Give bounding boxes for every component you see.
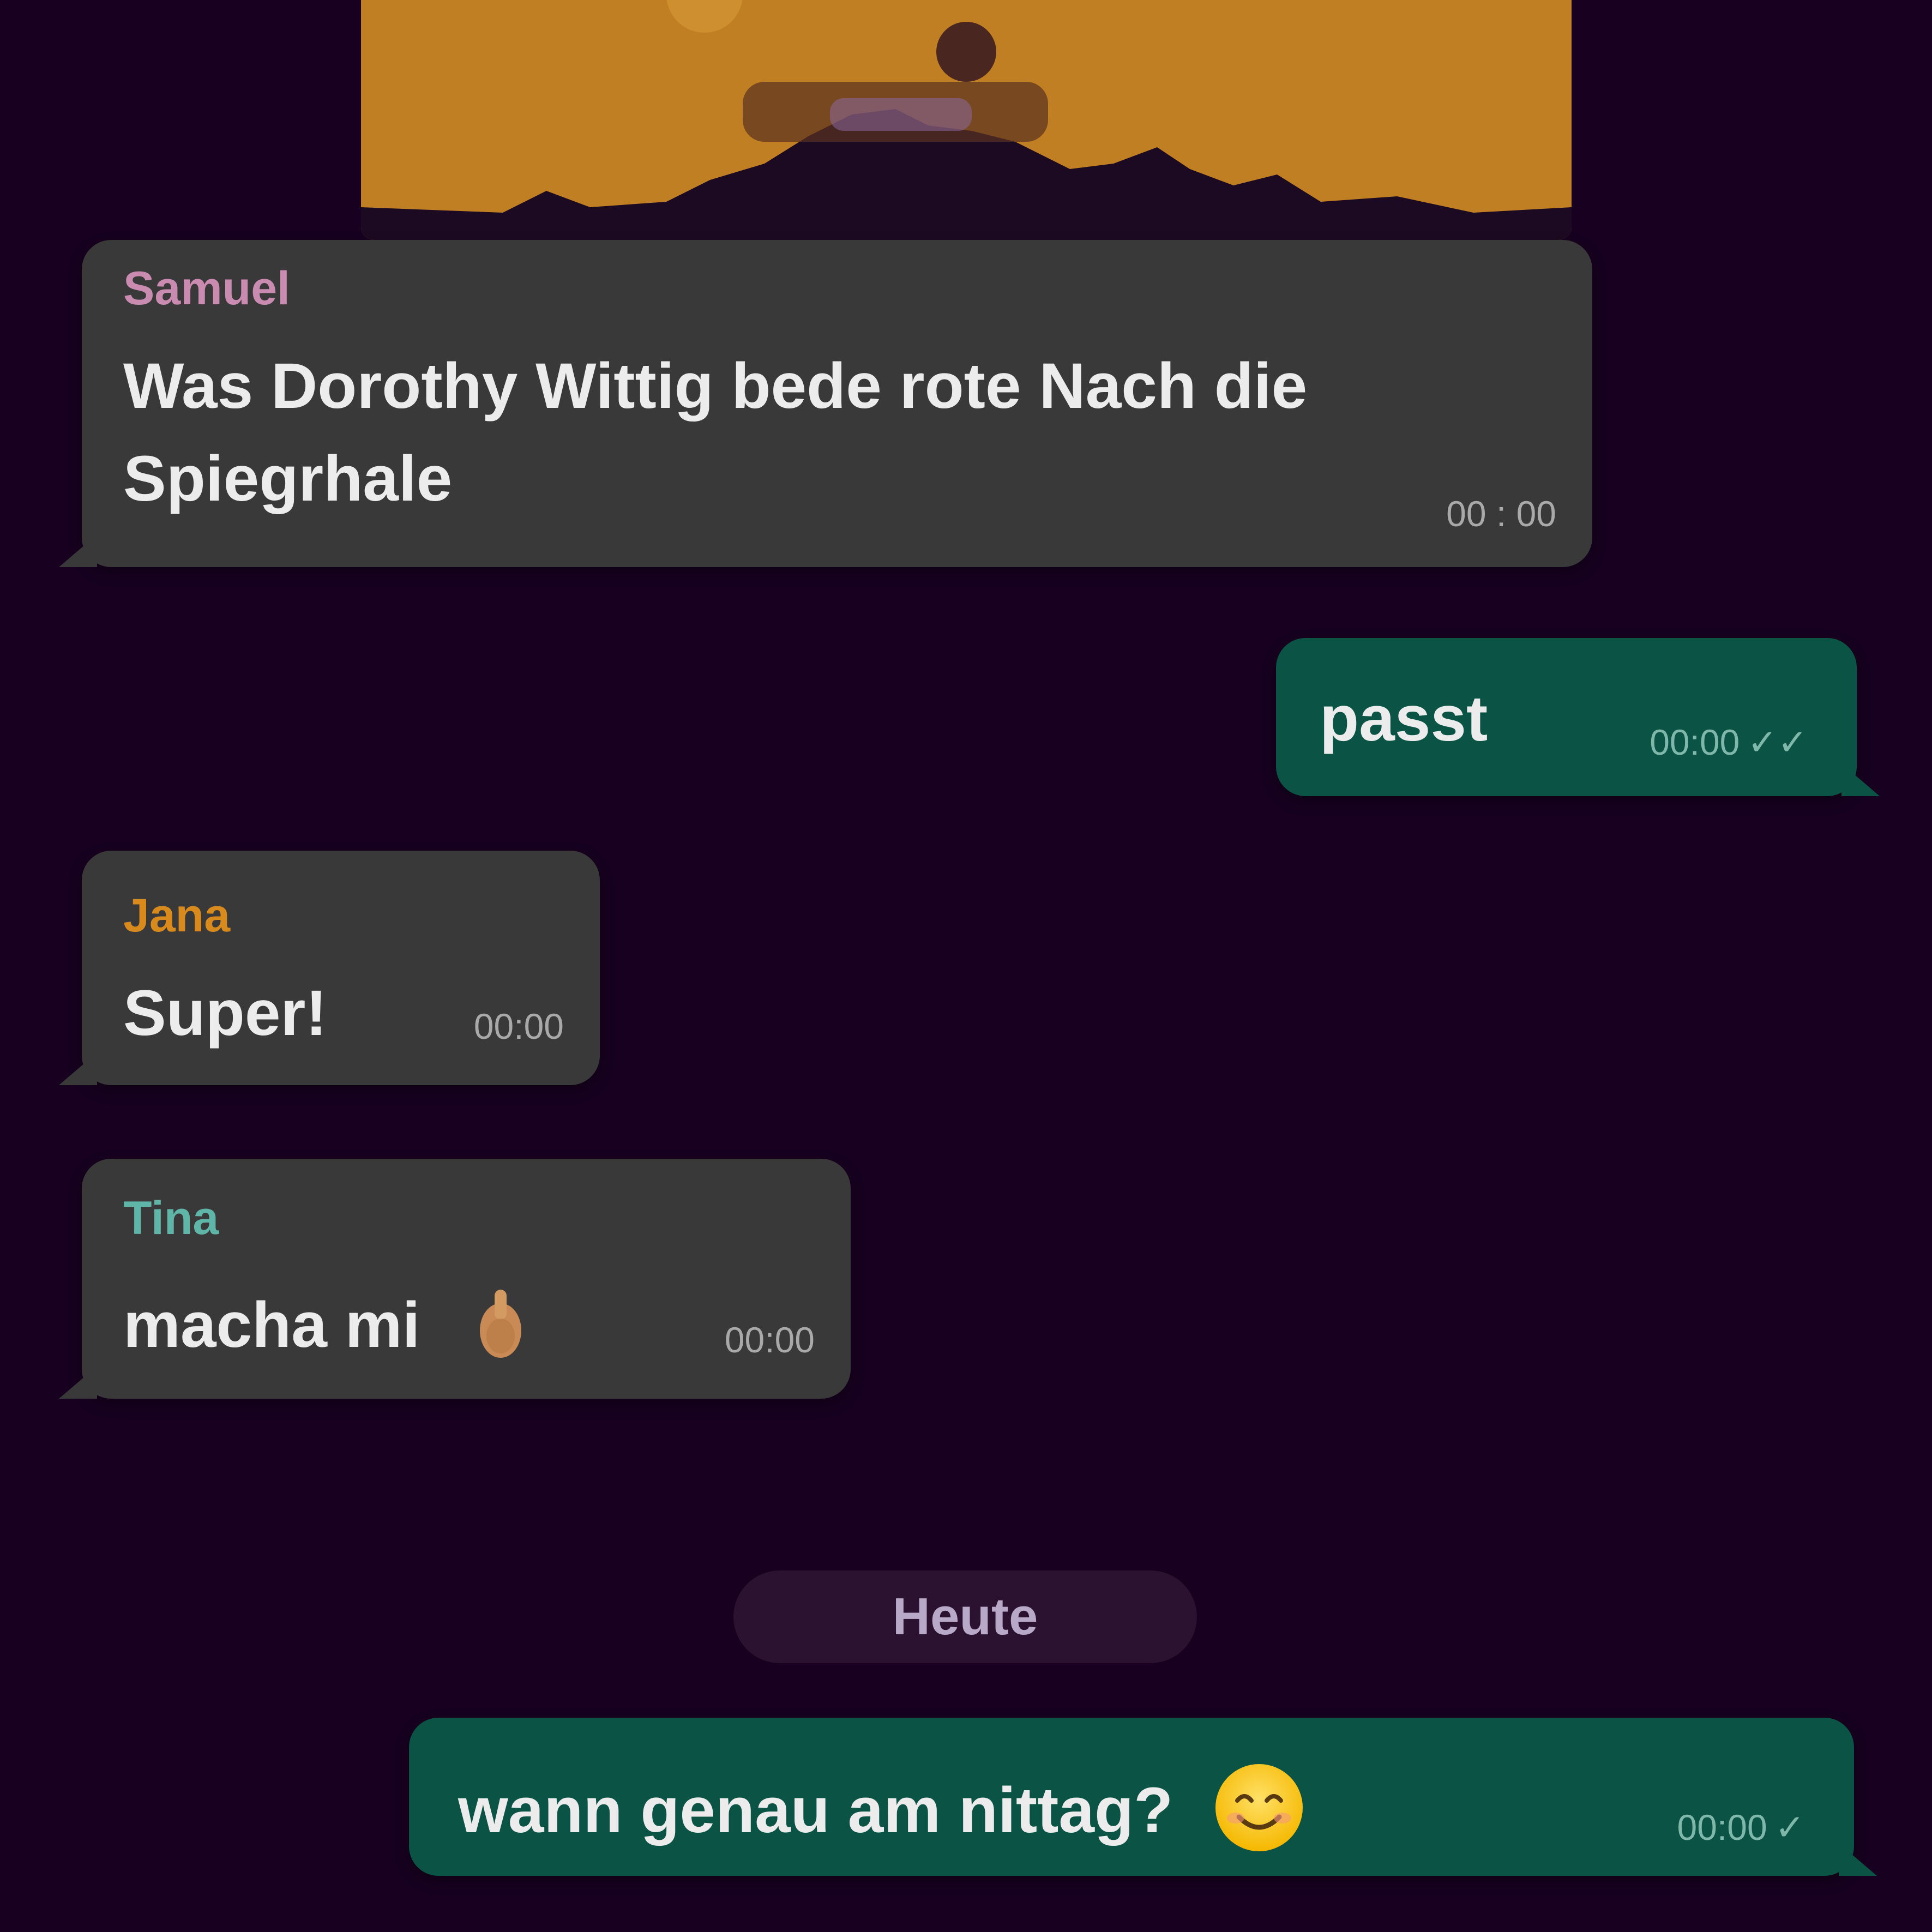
message-text: wann genau am nittag? — [458, 1774, 1173, 1847]
message-content: wann genau am nittag? — [458, 1761, 1305, 1869]
thumbs-up-icon — [476, 1284, 525, 1376]
sender-name: Jana — [123, 889, 231, 942]
message-bubble-incoming[interactable]: Samuel Was Dorothy Wittig bede rote Nach… — [59, 240, 1592, 567]
read-checkmark-icon: ✓✓ — [1747, 722, 1808, 762]
message-meta: 00:00 ✓✓ — [1650, 721, 1808, 763]
message-text: macha mi — [123, 1289, 420, 1362]
message-meta: 00:00 ✓ — [1677, 1807, 1805, 1849]
sender-name: Samuel — [123, 262, 290, 315]
sent-checkmark-icon: ✓ — [1774, 1807, 1805, 1847]
date-separator: Heute — [733, 1570, 1197, 1663]
message-text: passt — [1320, 683, 1488, 755]
bubble-tail — [1839, 1843, 1877, 1876]
sender-name: Tina — [123, 1192, 219, 1244]
shared-image[interactable] — [361, 0, 1572, 240]
smiling-face-icon — [1213, 1761, 1305, 1869]
bubble-tail — [1841, 763, 1880, 796]
bubble-tail — [59, 1052, 97, 1085]
chat-view: Samuel Was Dorothy Wittig bede rote Nach… — [0, 0, 1932, 1932]
message-bubble-incoming[interactable]: Tina macha mi 00:00 — [59, 1159, 851, 1399]
message-time: 00:00 — [724, 1320, 815, 1360]
message-bubble-outgoing[interactable]: wann genau am nittag? 00:00 ✓ — [409, 1718, 1877, 1876]
message-text: Was Dorothy Wittig bede rote Nach die — [123, 350, 1308, 422]
message-content: macha mi — [123, 1284, 525, 1376]
bubble-tail — [59, 534, 97, 567]
message-time: 00 : 00 — [1446, 493, 1556, 534]
bubble-tail — [59, 1366, 97, 1399]
message-text: Super! — [123, 977, 327, 1049]
message-time: 00:00 — [1677, 1807, 1767, 1847]
message-bubble-outgoing[interactable]: passt 00:00 ✓✓ — [1276, 638, 1880, 796]
message-text: Spiegrhale — [123, 443, 453, 515]
message-time: 00:00 — [473, 1006, 564, 1046]
message-time: 00:00 — [1650, 722, 1740, 762]
message-bubble-incoming[interactable]: Jana Super! 00:00 — [59, 851, 600, 1085]
